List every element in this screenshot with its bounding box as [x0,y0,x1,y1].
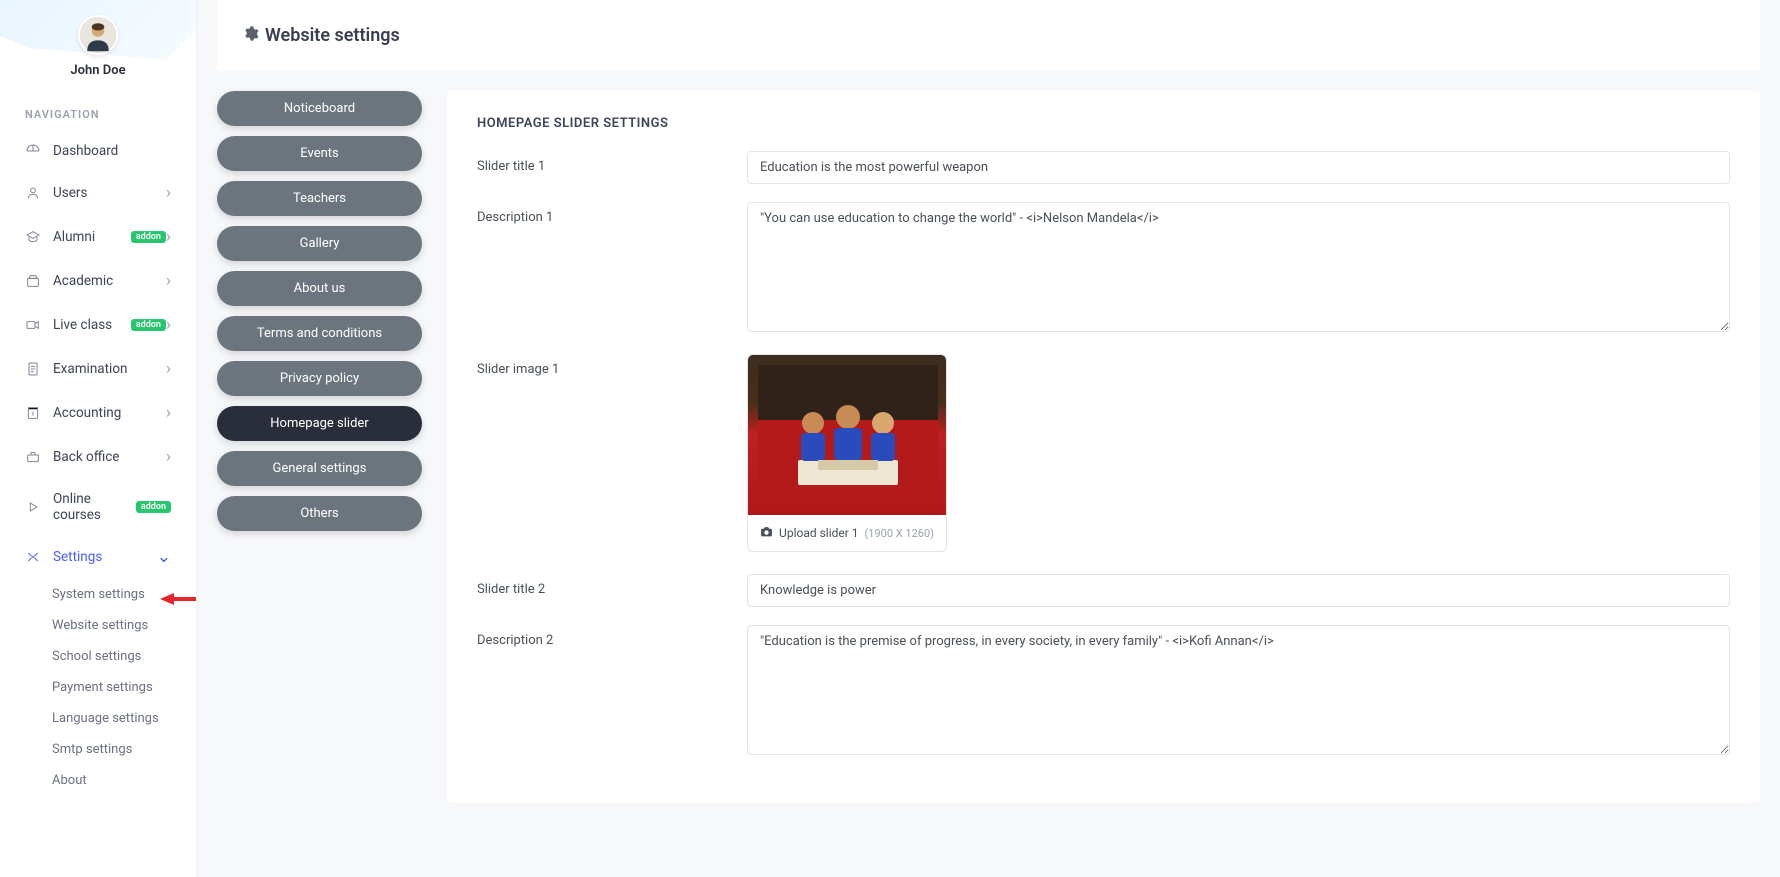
sidebar: John Doe NAVIGATION DashboardUsers›Alumn… [0,0,197,877]
description-1-textarea[interactable]: "You can use education to change the wor… [747,202,1730,332]
upload-slider-1-label: Upload slider 1 [779,526,859,540]
camera-icon [760,525,773,541]
slider-image-preview [748,355,947,515]
users-icon [25,185,41,201]
sidebar-item-label: Examination [53,361,166,377]
tab-privacy-policy[interactable]: Privacy policy [217,361,422,396]
sidebar-item-label: Online courses [53,491,132,523]
chevron-right-icon: › [166,183,171,203]
upload-slider-1-button[interactable]: Upload slider 1 (1900 X 1260) [748,515,946,551]
avatar-icon [80,15,116,55]
tab-noticeboard[interactable]: Noticeboard [217,91,422,126]
subnav-item-smtp-settings[interactable]: Smtp settings [0,734,196,765]
tab-events[interactable]: Events [217,136,422,171]
settings-icon [25,549,41,565]
chevron-down-icon: ⌄ [157,547,171,567]
nav-section-header: NAVIGATION [0,88,196,131]
courses-icon [25,499,41,515]
chevron-right-icon: › [166,403,171,423]
gear-icon [242,25,259,46]
chevron-right-icon: › [166,447,171,467]
accounting-icon [25,405,41,421]
sidebar-item-label: Users [53,185,166,201]
settings-tabs: Noticeboard Events Teachers Gallery About us… [217,91,422,802]
subnav-item-school-settings[interactable]: School settings [0,641,196,672]
sidebar-item-label: Accounting [53,405,166,421]
chevron-right-icon: › [166,227,171,247]
username: John Doe [0,63,196,78]
page-title: Website settings [265,25,400,46]
dashboard-icon [25,143,41,159]
sidebar-item-label: Settings [53,549,157,565]
subnav-item-about[interactable]: About [0,765,196,796]
sidebar-item-academic[interactable]: Academic› [0,259,196,303]
sidebar-item-alumni[interactable]: Alumni addon› [0,215,196,259]
chevron-right-icon: › [166,315,171,335]
chevron-right-icon: › [166,359,171,379]
tab-others[interactable]: Others [217,496,422,531]
preview-illustration-icon [758,365,938,505]
description-1-label: Description 1 [477,202,747,336]
tab-terms-and-conditions[interactable]: Terms and conditions [217,316,422,351]
tab-homepage-slider[interactable]: Homepage slider [217,406,422,441]
avatar[interactable] [78,15,118,55]
backoffice-icon [25,449,41,465]
tab-about-us[interactable]: About us [217,271,422,306]
sidebar-item-label: Alumni [53,229,127,245]
description-2-textarea[interactable]: "Education is the premise of progress, i… [747,625,1730,755]
profile-block: John Doe [0,0,196,88]
sidebar-item-label: Academic [53,273,166,289]
slider-title-1-input[interactable] [747,151,1730,184]
liveclass-icon [25,317,41,333]
description-2-label: Description 2 [477,625,747,759]
upload-slider-1-dims: (1900 X 1260) [865,527,934,540]
slider-image-1-label: Slider image 1 [477,354,747,552]
sidebar-item-label: Back office [53,449,166,465]
addon-badge: addon [136,501,171,513]
tab-gallery[interactable]: Gallery [217,226,422,261]
sidebar-item-accounting[interactable]: Accounting› [0,391,196,435]
addon-badge: addon [131,319,166,331]
subnav-item-system-settings[interactable]: System settings [0,579,196,610]
sidebar-item-examination[interactable]: Examination› [0,347,196,391]
sidebar-item-label: Dashboard [53,143,171,159]
slider-title-2-input[interactable] [747,574,1730,607]
slider-title-2-label: Slider title 2 [477,574,747,607]
sidebar-item-users[interactable]: Users› [0,171,196,215]
tab-general-settings[interactable]: General settings [217,451,422,486]
sidebar-item-back-office[interactable]: Back office› [0,435,196,479]
sidebar-item-settings[interactable]: Settings⌄ [0,535,196,579]
main-content: Website settings Noticeboard Events Teache… [197,0,1780,877]
sidebar-item-online-courses[interactable]: Online courses addon [0,479,196,535]
subnav-item-payment-settings[interactable]: Payment settings [0,672,196,703]
subnav-item-language-settings[interactable]: Language settings [0,703,196,734]
alumni-icon [25,229,41,245]
subnav-item-website-settings[interactable]: Website settings [0,610,196,641]
image-upload-box: Upload slider 1 (1900 X 1260) [747,354,947,552]
chevron-right-icon: › [166,271,171,291]
tab-teachers[interactable]: Teachers [217,181,422,216]
sidebar-item-label: Live class [53,317,127,333]
sidebar-item-live-class[interactable]: Live class addon› [0,303,196,347]
addon-badge: addon [131,231,166,243]
page-header: Website settings [217,0,1760,71]
section-title: HOMEPAGE SLIDER SETTINGS [477,116,1730,131]
slider-title-1-label: Slider title 1 [477,151,747,184]
academic-icon [25,273,41,289]
form-panel: HOMEPAGE SLIDER SETTINGS Slider title 1 … [447,91,1760,802]
sidebar-item-dashboard[interactable]: Dashboard [0,131,196,171]
exam-icon [25,361,41,377]
